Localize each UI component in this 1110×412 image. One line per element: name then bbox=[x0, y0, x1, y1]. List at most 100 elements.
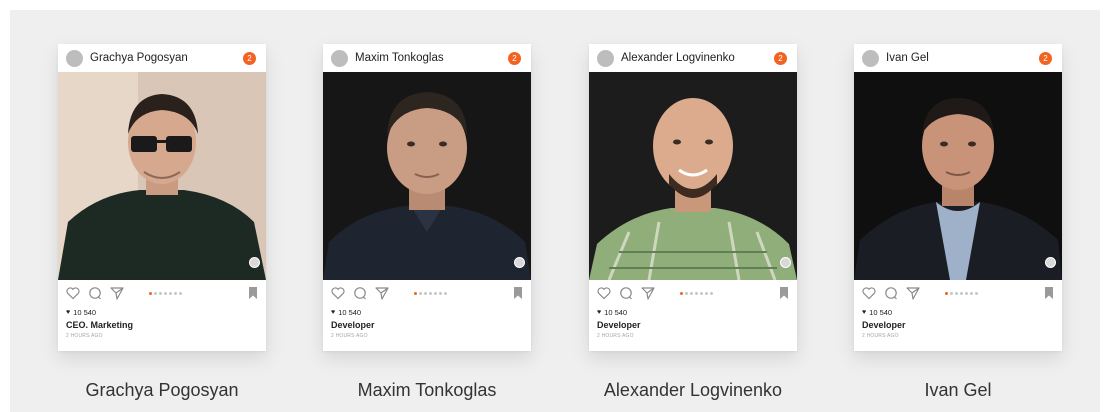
carousel-dot[interactable] bbox=[705, 291, 708, 295]
carousel-dot[interactable] bbox=[685, 291, 688, 295]
heart-icon: ♥ bbox=[862, 309, 867, 316]
notification-badge[interactable]: 2 bbox=[774, 52, 787, 65]
profile-card[interactable]: Grachya Pogosyan 2 ♥ 10 540 CEO. Marketi… bbox=[58, 44, 266, 351]
carousel-dot[interactable] bbox=[439, 291, 442, 295]
profile-card[interactable]: Alexander Logvinenko 2 ♥ 10 540 Develope… bbox=[589, 44, 797, 351]
member-name-caption: Alexander Logvinenko bbox=[603, 380, 783, 400]
user-badge-icon bbox=[780, 257, 791, 268]
comment-icon[interactable] bbox=[618, 285, 634, 301]
carousel-dot[interactable] bbox=[695, 291, 698, 295]
notification-badge[interactable]: 2 bbox=[1039, 52, 1052, 65]
carousel-dot[interactable] bbox=[169, 291, 172, 295]
heart-icon: ♥ bbox=[66, 309, 71, 316]
team-section: Grachya Pogosyan 2 ♥ 10 540 CEO. Marketi… bbox=[10, 10, 1100, 412]
profile-photo[interactable] bbox=[58, 72, 266, 280]
bookmark-icon[interactable] bbox=[1044, 287, 1054, 299]
comment-icon[interactable] bbox=[352, 285, 368, 301]
heart-icon[interactable] bbox=[861, 285, 877, 301]
post-time: 2 HOURS AGO bbox=[862, 333, 899, 339]
card-header: Ivan Gel 2 bbox=[854, 44, 1062, 72]
carousel-dot[interactable] bbox=[975, 291, 978, 295]
likes-count: ♥ 10 540 bbox=[862, 308, 893, 317]
comment-icon[interactable] bbox=[87, 285, 103, 301]
avatar[interactable] bbox=[862, 49, 879, 67]
carousel-dot[interactable] bbox=[174, 291, 177, 295]
likes-count: ♥ 10 540 bbox=[597, 308, 628, 317]
team-member-2: Maxim Tonkoglas 2 ♥ 10 540 Developer 2 H… bbox=[323, 44, 531, 351]
carousel-dot[interactable] bbox=[680, 291, 683, 295]
username[interactable]: Ivan Gel bbox=[886, 52, 929, 64]
carousel-dot[interactable] bbox=[159, 291, 162, 295]
card-actions bbox=[861, 285, 1054, 301]
carousel-dot[interactable] bbox=[444, 291, 447, 295]
carousel-dot[interactable] bbox=[950, 291, 953, 295]
profile-photo[interactable] bbox=[323, 72, 531, 280]
team-member-3: Alexander Logvinenko 2 ♥ 10 540 Develope… bbox=[589, 44, 797, 351]
heart-icon: ♥ bbox=[597, 309, 602, 316]
user-badge-icon bbox=[1045, 257, 1056, 268]
profile-photo[interactable] bbox=[589, 72, 797, 280]
avatar[interactable] bbox=[597, 49, 614, 67]
card-header: Grachya Pogosyan 2 bbox=[58, 44, 266, 72]
likes-count: ♥ 10 540 bbox=[66, 308, 97, 317]
carousel-dot[interactable] bbox=[149, 291, 152, 295]
share-icon[interactable] bbox=[109, 285, 125, 301]
card-actions bbox=[330, 285, 523, 301]
member-name-caption: Grachya Pogosyan bbox=[85, 380, 239, 400]
carousel-indicator[interactable] bbox=[414, 291, 447, 295]
carousel-dot[interactable] bbox=[429, 291, 432, 295]
card-actions bbox=[596, 285, 789, 301]
heart-icon[interactable] bbox=[65, 285, 81, 301]
username[interactable]: Grachya Pogosyan bbox=[90, 52, 188, 64]
carousel-dot[interactable] bbox=[960, 291, 963, 295]
carousel-indicator[interactable] bbox=[149, 291, 182, 295]
profile-card[interactable]: Maxim Tonkoglas 2 ♥ 10 540 Developer 2 H… bbox=[323, 44, 531, 351]
carousel-dot[interactable] bbox=[424, 291, 427, 295]
heart-icon[interactable] bbox=[596, 285, 612, 301]
likes-count: ♥ 10 540 bbox=[331, 308, 362, 317]
avatar[interactable] bbox=[331, 49, 348, 67]
carousel-dot[interactable] bbox=[690, 291, 693, 295]
carousel-dot[interactable] bbox=[955, 291, 958, 295]
carousel-dot[interactable] bbox=[179, 291, 182, 295]
team-member-4: Ivan Gel 2 ♥ 10 540 Developer 2 HOURS AG… bbox=[854, 44, 1062, 351]
carousel-dot[interactable] bbox=[710, 291, 713, 295]
role-title: Developer bbox=[597, 320, 641, 330]
role-title: CEO. Marketing bbox=[66, 320, 134, 330]
carousel-dot[interactable] bbox=[414, 291, 417, 295]
carousel-dot[interactable] bbox=[434, 291, 437, 295]
card-header: Alexander Logvinenko 2 bbox=[589, 44, 797, 72]
carousel-dot[interactable] bbox=[700, 291, 703, 295]
card-actions bbox=[65, 285, 258, 301]
share-icon[interactable] bbox=[905, 285, 921, 301]
user-badge-icon bbox=[249, 257, 260, 268]
username[interactable]: Alexander Logvinenko bbox=[621, 52, 735, 64]
carousel-dot[interactable] bbox=[419, 291, 422, 295]
carousel-dot[interactable] bbox=[154, 291, 157, 295]
avatar[interactable] bbox=[66, 49, 83, 67]
heart-icon: ♥ bbox=[331, 309, 336, 316]
bookmark-icon[interactable] bbox=[779, 287, 789, 299]
share-icon[interactable] bbox=[640, 285, 656, 301]
member-name-caption: Ivan Gel bbox=[924, 380, 992, 400]
carousel-indicator[interactable] bbox=[680, 291, 713, 295]
notification-badge[interactable]: 2 bbox=[243, 52, 256, 65]
carousel-dot[interactable] bbox=[965, 291, 968, 295]
role-title: Developer bbox=[862, 320, 906, 330]
profile-photo[interactable] bbox=[854, 72, 1062, 280]
notification-badge[interactable]: 2 bbox=[508, 52, 521, 65]
bookmark-icon[interactable] bbox=[248, 287, 258, 299]
carousel-dot[interactable] bbox=[945, 291, 948, 295]
comment-icon[interactable] bbox=[883, 285, 899, 301]
profile-card[interactable]: Ivan Gel 2 ♥ 10 540 Developer 2 HOURS AG… bbox=[854, 44, 1062, 351]
carousel-indicator[interactable] bbox=[945, 291, 978, 295]
username[interactable]: Maxim Tonkoglas bbox=[355, 52, 444, 64]
bookmark-icon[interactable] bbox=[513, 287, 523, 299]
post-time: 2 HOURS AGO bbox=[597, 333, 634, 339]
share-icon[interactable] bbox=[374, 285, 390, 301]
user-badge-icon bbox=[514, 257, 525, 268]
heart-icon[interactable] bbox=[330, 285, 346, 301]
carousel-dot[interactable] bbox=[970, 291, 973, 295]
card-header: Maxim Tonkoglas 2 bbox=[323, 44, 531, 72]
carousel-dot[interactable] bbox=[164, 291, 167, 295]
